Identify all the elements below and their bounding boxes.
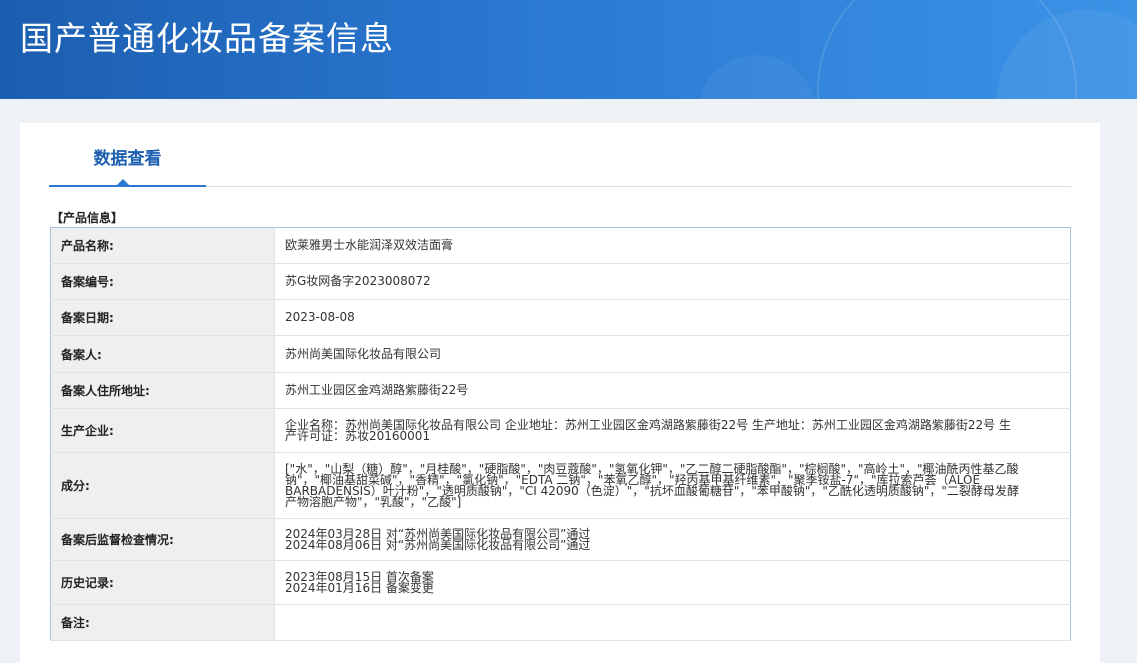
table-row-inspection: 备案后监督检查情况: 2024年03月28日 对“苏州尚美国际化妆品有限公司”通… bbox=[50, 518, 1071, 561]
row-value: 苏G妆网备字2023008072 bbox=[274, 263, 1071, 300]
table-row-remarks: 备注: bbox=[50, 604, 1071, 641]
tab-label: 数据查看 bbox=[93, 149, 162, 169]
row-label: 成分: bbox=[50, 452, 275, 519]
row-value: 苏州尚美国际化妆品有限公司 bbox=[274, 335, 1071, 373]
tab-bar: 数据查看 bbox=[49, 123, 1071, 187]
row-label: 生产企业: bbox=[50, 408, 275, 453]
row-label: 历史记录: bbox=[50, 560, 275, 605]
row-label: 备案日期: bbox=[50, 299, 275, 336]
row-value: 2024年03月28日 对“苏州尚美国际化妆品有限公司”通过 2024年08月0… bbox=[285, 526, 591, 552]
row-label: 备案人住所地址: bbox=[50, 372, 275, 409]
table-row-record-date: 备案日期: 2023-08-08 bbox=[50, 299, 1071, 336]
page-header: 国产普通化妆品备案信息 bbox=[0, 0, 1137, 99]
row-value: 2023年08月15日 首次备案 2024年01月16日 备案变更 bbox=[285, 569, 434, 595]
page-title: 国产普通化妆品备案信息 bbox=[20, 19, 394, 58]
row-label: 产品名称: bbox=[50, 227, 275, 264]
tab-data-view[interactable]: 数据查看 bbox=[49, 123, 206, 187]
active-tab-caret-icon bbox=[116, 179, 130, 186]
row-value: 企业名称：苏州尚美国际化妆品有限公司 企业地址：苏州工业园区金鸡湖路紫藤街22号… bbox=[274, 408, 1071, 453]
content-card: 数据查看 【产品信息】 产品名称: 欧莱雅男士水能润泽双效洁面膏 备案编号: 苏… bbox=[20, 123, 1100, 663]
row-value: 苏州工业园区金鸡湖路紫藤街22号 bbox=[274, 372, 1071, 409]
table-row-record-number: 备案编号: 苏G妆网备字2023008072 bbox=[50, 263, 1071, 300]
row-label: 备案后监督检查情况: bbox=[50, 518, 275, 561]
table-row-registrant-address: 备案人住所地址: 苏州工业园区金鸡湖路紫藤街22号 bbox=[50, 372, 1071, 409]
product-info-table: 产品名称: 欧莱雅男士水能润泽双效洁面膏 备案编号: 苏G妆网备字2023008… bbox=[50, 227, 1071, 641]
row-label: 备注: bbox=[50, 604, 275, 641]
table-row-ingredients: 成分: ["水"，"山梨（糖）醇"，"月桂酸"，"硬脂酸"，"肉豆蔻酸"，"氢氧… bbox=[50, 452, 1071, 519]
row-value: 欧莱雅男士水能润泽双效洁面膏 bbox=[274, 227, 1071, 264]
row-value bbox=[274, 604, 1071, 641]
row-label: 备案人: bbox=[50, 335, 275, 373]
row-value: ["水"，"山梨（糖）醇"，"月桂酸"，"硬脂酸"，"肉豆蔻酸"，"氢氧化钾"，… bbox=[274, 452, 1071, 519]
table-row-manufacturer: 生产企业: 企业名称：苏州尚美国际化妆品有限公司 企业地址：苏州工业园区金鸡湖路… bbox=[50, 408, 1071, 453]
row-value: 2023-08-08 bbox=[274, 299, 1071, 336]
header-decoration bbox=[697, 55, 817, 99]
section-title: 【产品信息】 bbox=[51, 211, 124, 225]
table-row-registrant: 备案人: 苏州尚美国际化妆品有限公司 bbox=[50, 335, 1071, 373]
table-row-product-name: 产品名称: 欧莱雅男士水能润泽双效洁面膏 bbox=[50, 227, 1071, 264]
table-row-history: 历史记录: 2023年08月15日 首次备案 2024年01月16日 备案变更 bbox=[50, 560, 1071, 605]
row-label: 备案编号: bbox=[50, 263, 275, 300]
